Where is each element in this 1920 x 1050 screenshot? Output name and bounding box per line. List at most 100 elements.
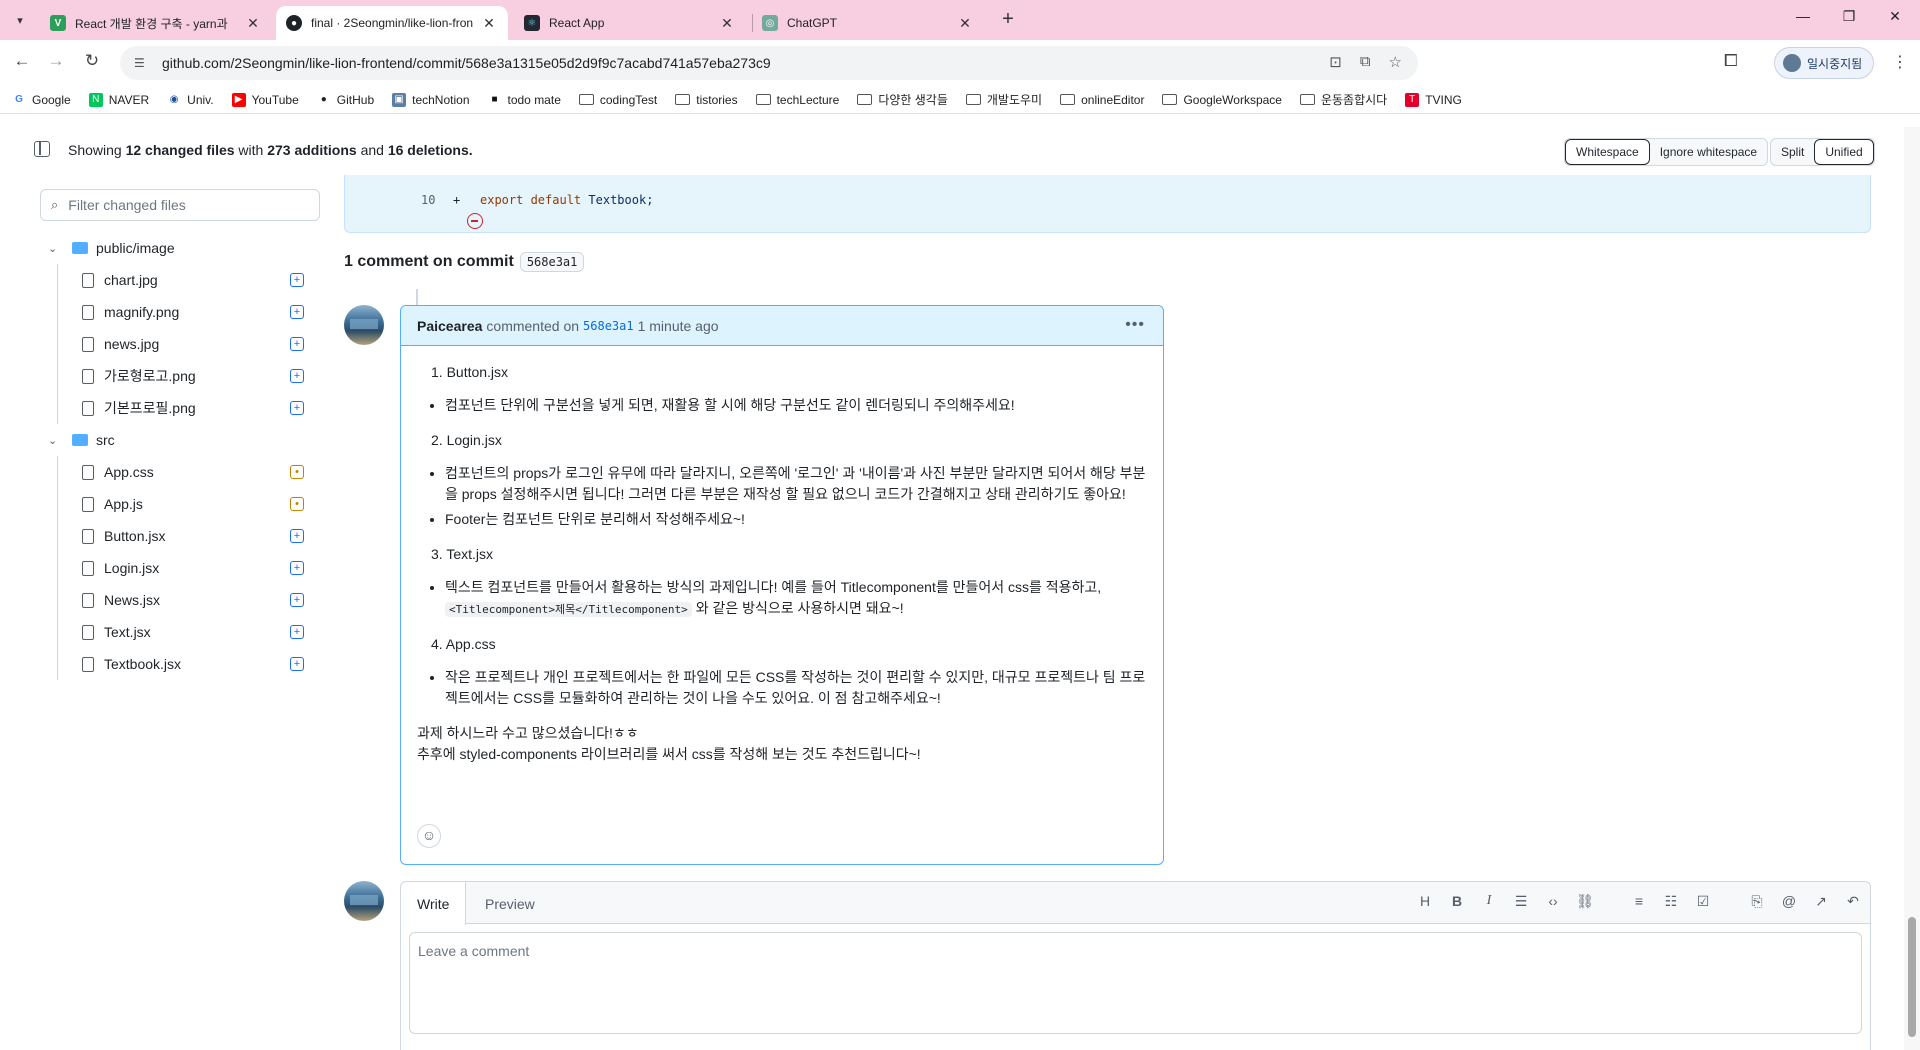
- naver-icon: N: [88, 92, 103, 107]
- attach-file-icon[interactable]: ⎘: [1748, 893, 1766, 910]
- tab-title: ChatGPT: [787, 16, 838, 30]
- heading-icon[interactable]: H: [1416, 893, 1434, 910]
- chevron-down-icon[interactable]: ⌄: [48, 242, 64, 255]
- link-icon[interactable]: ⛓: [1576, 893, 1594, 910]
- bookmark-folder-tistories[interactable]: tistories: [675, 93, 738, 107]
- bookmark-folder-thoughts[interactable]: 다양한 생각들: [857, 91, 948, 108]
- back-icon[interactable]: ←: [10, 51, 34, 75]
- profile-button[interactable]: 일시중지됨: [1774, 47, 1874, 79]
- close-tab-icon[interactable]: ✕: [480, 15, 498, 32]
- extensions-icon[interactable]: ⧠: [1724, 51, 1738, 71]
- toolbar-divider: [1608, 893, 1616, 910]
- summary-text: Showing: [68, 142, 122, 158]
- sidebar-toggle-icon[interactable]: [34, 141, 50, 157]
- close-window-icon[interactable]: ✕: [1872, 8, 1918, 25]
- mention-icon[interactable]: @: [1780, 893, 1798, 910]
- bookmark-google[interactable]: G Google: [12, 93, 71, 107]
- bookmark-star-icon[interactable]: ☆: [1389, 53, 1402, 71]
- unified-view-button[interactable]: Unified: [1814, 139, 1874, 165]
- bookmark-folder-techlecture[interactable]: techLecture: [755, 93, 839, 107]
- bookmarks-bar: G Google N NAVER ◉ Univ. ▶ YouTube ● GitHub ▣…: [0, 86, 1920, 114]
- tree-file[interactable]: 기본프로필.png +: [40, 392, 330, 424]
- tree-file[interactable]: App.js •: [40, 488, 330, 520]
- bookmark-folder-codingtest[interactable]: codingTest: [578, 93, 657, 107]
- quote-icon[interactable]: ☰: [1512, 893, 1530, 910]
- address-bar[interactable]: ☰ github.com/2Seongmin/like-lion-fronten…: [120, 46, 1418, 80]
- folder-icon: [72, 242, 88, 254]
- tree-file[interactable]: Login.jsx +: [40, 552, 330, 584]
- tree-dir-public-image[interactable]: ⌄ public/image: [40, 232, 330, 264]
- tree-file[interactable]: news.jpg +: [40, 328, 330, 360]
- scrollbar-thumb[interactable]: [1908, 917, 1916, 1037]
- new-tab-button[interactable]: +: [996, 8, 1020, 31]
- tree-file[interactable]: News.jsx +: [40, 584, 330, 616]
- whitespace-button[interactable]: Whitespace: [1565, 139, 1650, 165]
- url-text[interactable]: github.com/2Seongmin/like-lion-frontend/…: [162, 55, 771, 71]
- browser-tab-2-active[interactable]: ● final · 2Seongmin/like-lion-fron ✕: [276, 6, 508, 40]
- bookmark-univ[interactable]: ◉ Univ.: [167, 93, 214, 107]
- new-comment-form: Write Preview H B I ☰ ‹› ⛓ ≡ ☷ ☑ ⎘ @ ↗ ↶…: [400, 881, 1871, 1050]
- comment-commit-link[interactable]: 568e3a1: [583, 319, 634, 333]
- tree-file[interactable]: chart.jpg +: [40, 264, 330, 296]
- bookmark-technotion[interactable]: ▣ techNotion: [392, 92, 470, 107]
- bookmark-naver[interactable]: N NAVER: [88, 92, 149, 107]
- reload-icon[interactable]: ↻: [80, 51, 104, 75]
- tab-preview[interactable]: Preview: [469, 882, 551, 925]
- tree-file[interactable]: Textbook.jsx +: [40, 648, 330, 680]
- bookmark-folder-googleworkspace[interactable]: GoogleWorkspace: [1162, 93, 1282, 107]
- tab-write[interactable]: Write: [401, 882, 467, 925]
- saved-replies-icon[interactable]: ↶: [1844, 893, 1862, 910]
- current-user-avatar[interactable]: [344, 881, 384, 921]
- close-tab-icon[interactable]: ✕: [244, 15, 262, 32]
- browser-menu-icon[interactable]: ⋮: [1892, 52, 1908, 72]
- bold-icon[interactable]: B: [1448, 893, 1466, 910]
- close-tab-icon[interactable]: ✕: [956, 15, 974, 32]
- restore-icon[interactable]: ❐: [1826, 8, 1872, 25]
- bookmark-folder-devhelper[interactable]: 개발도우미: [965, 91, 1042, 108]
- tab-search-button[interactable]: ▾: [8, 8, 32, 32]
- forward-icon[interactable]: →: [44, 51, 68, 75]
- tree-dir-src[interactable]: ⌄ src: [40, 424, 330, 456]
- tree-file[interactable]: App.css •: [40, 456, 330, 488]
- bookmark-todo-mate[interactable]: ■ todo mate: [488, 93, 560, 107]
- commenter-avatar[interactable]: [344, 305, 384, 345]
- code-icon[interactable]: ‹›: [1544, 893, 1562, 910]
- commit-sha-badge[interactable]: 568e3a1: [519, 252, 585, 272]
- page-scrollbar[interactable]: [1904, 127, 1920, 1050]
- site-info-icon[interactable]: ☰: [134, 56, 150, 70]
- browser-tab-4[interactable]: ◎ ChatGPT ✕: [752, 6, 984, 40]
- more-options-icon[interactable]: •••: [1125, 316, 1145, 334]
- tree-file[interactable]: 가로형로고.png +: [40, 360, 330, 392]
- install-app-icon[interactable]: ⊡: [1329, 53, 1342, 71]
- ordered-list-icon[interactable]: ≡: [1630, 893, 1648, 910]
- cross-reference-icon[interactable]: ↗: [1812, 893, 1830, 910]
- bookmark-folder-onlineeditor[interactable]: onlineEditor: [1060, 93, 1144, 107]
- diff-added-marker: +: [453, 193, 461, 207]
- bookmark-tving[interactable]: T TVING: [1405, 92, 1462, 107]
- task-list-icon[interactable]: ☑: [1694, 893, 1712, 910]
- comment-timestamp[interactable]: 1 minute ago: [638, 318, 719, 334]
- github-icon: ●: [320, 94, 327, 105]
- close-tab-icon[interactable]: ✕: [718, 15, 736, 32]
- minimize-icon[interactable]: —: [1780, 8, 1826, 24]
- bookmark-folder-exercise[interactable]: 운동좀합시다: [1299, 91, 1387, 108]
- translate-icon[interactable]: ⧉: [1360, 53, 1371, 71]
- bookmark-youtube[interactable]: ▶ YouTube: [231, 92, 299, 107]
- tree-file[interactable]: magnify.png +: [40, 296, 330, 328]
- italic-icon[interactable]: I: [1480, 893, 1498, 910]
- tree-file[interactable]: Text.jsx +: [40, 616, 330, 648]
- tree-file[interactable]: Button.jsx +: [40, 520, 330, 552]
- browser-tab-1[interactable]: V React 개발 환경 구축 - yarn과 ✕: [40, 6, 272, 40]
- browser-tab-3[interactable]: ⚛ React App ✕: [514, 6, 746, 40]
- split-view-button[interactable]: Split: [1771, 139, 1815, 165]
- line-number[interactable]: 10: [421, 193, 435, 207]
- ignore-whitespace-button[interactable]: Ignore whitespace: [1649, 139, 1768, 165]
- comment-author[interactable]: Paicearea: [417, 318, 482, 334]
- add-reaction-icon[interactable]: ☺: [417, 824, 441, 848]
- filter-changed-files-input[interactable]: ⌕ Filter changed files: [40, 189, 320, 221]
- comment-textarea[interactable]: Leave a comment: [409, 932, 1862, 1034]
- folder-icon: [755, 94, 771, 105]
- unordered-list-icon[interactable]: ☷: [1662, 893, 1680, 910]
- bookmark-github[interactable]: ● GitHub: [317, 93, 374, 107]
- chevron-down-icon[interactable]: ⌄: [48, 434, 64, 447]
